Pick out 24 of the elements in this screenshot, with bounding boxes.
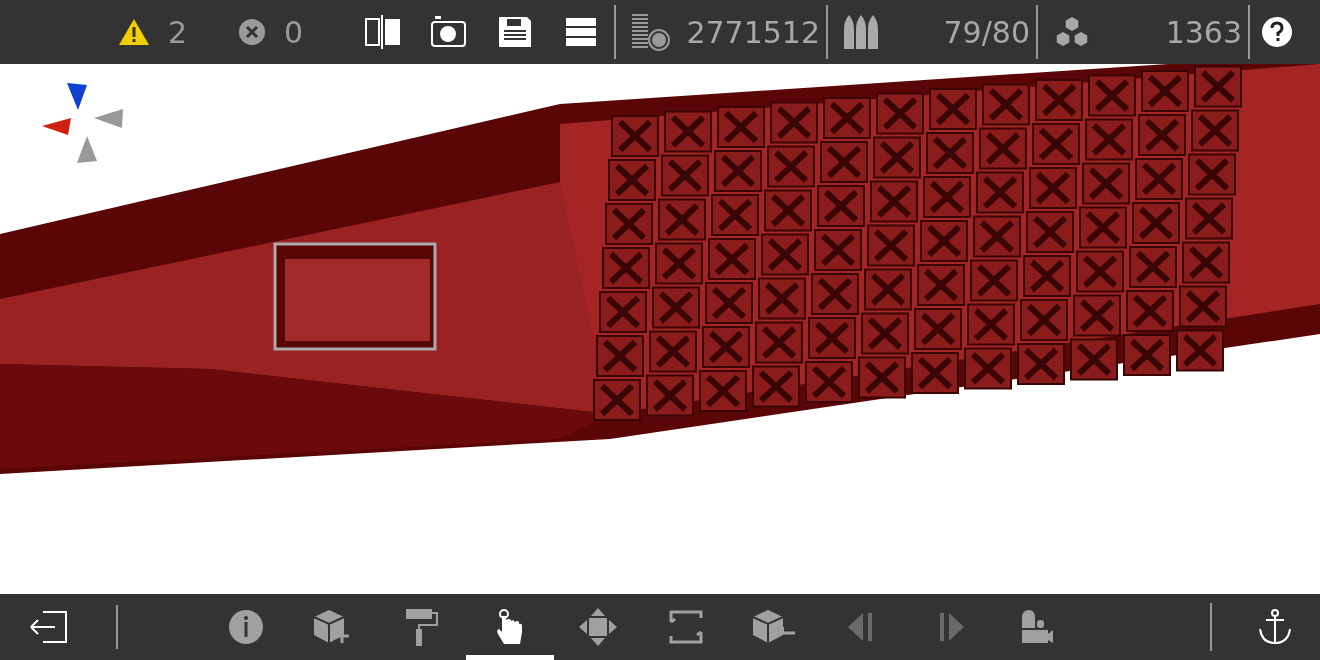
exit-icon xyxy=(29,611,69,643)
error-icon xyxy=(238,18,266,46)
orientation-gizmo-icon xyxy=(40,82,126,164)
pointing-hand-icon xyxy=(496,608,524,646)
help-icon xyxy=(1261,16,1293,48)
move-arrows-icon xyxy=(578,607,618,647)
warning-count: 2 xyxy=(168,14,189,50)
stat-value: 1363 xyxy=(1164,14,1243,50)
cube-minus-icon xyxy=(751,608,797,646)
mirror-icon xyxy=(365,15,401,49)
save-icon xyxy=(499,17,531,47)
stack-coin-icon xyxy=(630,12,670,52)
stat-value: 2771512 xyxy=(685,14,821,50)
error-count: 0 xyxy=(284,14,305,50)
paint-roller-icon xyxy=(404,607,440,647)
info-icon xyxy=(228,609,264,645)
warning-icon xyxy=(118,18,150,46)
anchor-icon xyxy=(1258,609,1292,645)
frame-corners-icon xyxy=(669,610,703,644)
menu-icon xyxy=(566,18,596,46)
bullets-icon xyxy=(842,14,880,50)
movie-camera-icon xyxy=(1022,610,1054,644)
camera-icon xyxy=(431,16,467,48)
stat-value: 79/80 xyxy=(942,14,1031,50)
